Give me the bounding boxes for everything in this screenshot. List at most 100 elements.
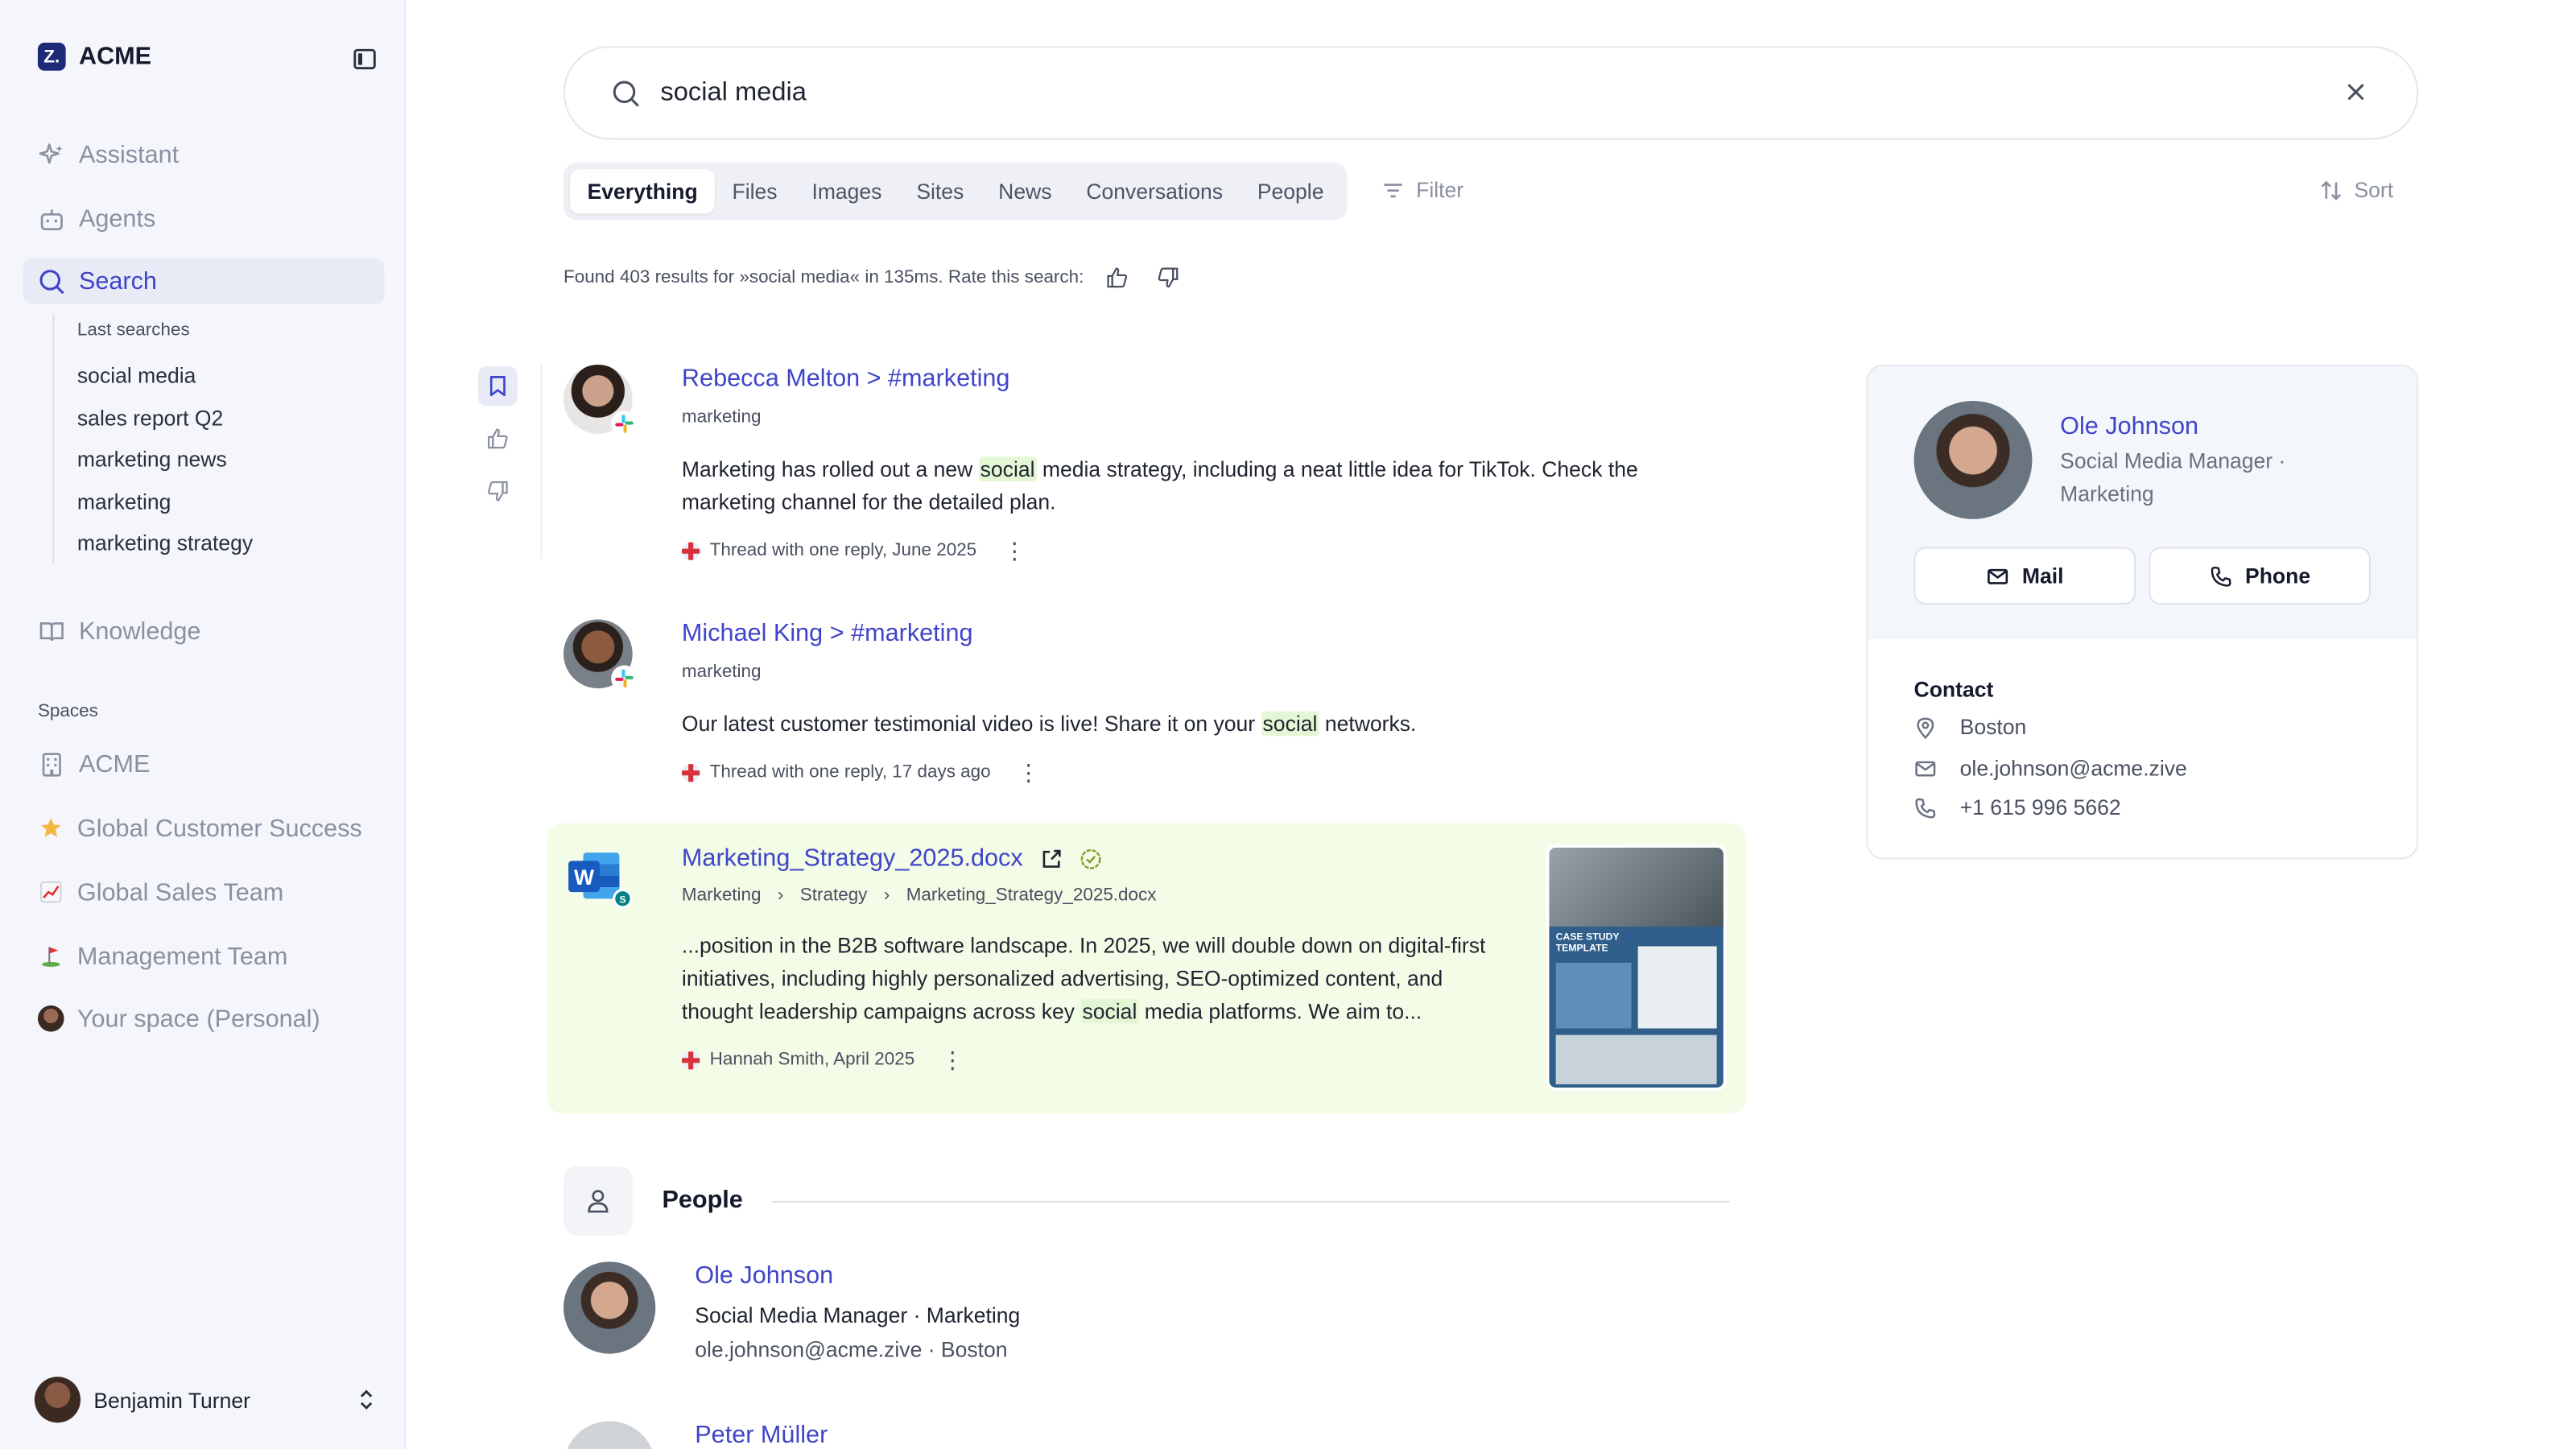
sidebar-item-label: Assistant <box>78 140 180 169</box>
chevron-right-icon: › <box>777 885 784 906</box>
result-title[interactable]: Michael King > #marketing <box>682 619 973 647</box>
results-summary: Found 403 results for »social media« in … <box>564 266 1186 290</box>
snippet-highlight: social <box>1080 999 1139 1024</box>
recent-search-item[interactable]: marketing <box>77 489 171 514</box>
contact-location-text: Boston <box>1959 714 2027 740</box>
flag-icon <box>681 762 700 782</box>
building-icon <box>42 752 61 776</box>
space-item-global-sales-team[interactable]: Global Sales Team <box>23 869 385 915</box>
more-options-icon[interactable]: ⋮ <box>941 1047 964 1071</box>
user-menu[interactable]: Benjamin Turner <box>34 1375 376 1424</box>
thumbs-up-icon[interactable] <box>1099 266 1135 290</box>
sort-button[interactable]: Sort <box>2320 177 2394 203</box>
section-title: People <box>662 1186 743 1215</box>
breadcrumb-item[interactable]: Marketing <box>682 886 762 905</box>
contact-email[interactable]: ole.johnson@acme.zive <box>1914 756 2187 781</box>
contact-location: Boston <box>1914 714 2027 740</box>
result-side-actions <box>477 366 518 524</box>
results-count-text: Found 403 results for »social media« in … <box>563 267 1084 288</box>
tab-files[interactable]: Files <box>715 169 795 213</box>
phone-icon <box>1915 797 1936 818</box>
sidebar-item-label: Global Sales Team <box>76 877 284 906</box>
filter-button[interactable]: Filter <box>1381 177 1463 202</box>
snippet-text: Our latest customer testimonial video is… <box>681 711 1261 737</box>
mail-button[interactable]: Mail <box>1913 547 2136 605</box>
result-title[interactable]: Marketing_Strategy_2025.docx <box>682 844 1023 873</box>
thumbs-down-icon[interactable] <box>1150 266 1186 290</box>
result-channel: marketing <box>681 662 762 682</box>
search-bar <box>563 46 2419 140</box>
brand-name: ACME <box>78 43 152 71</box>
tab-people[interactable]: People <box>1240 169 1340 213</box>
result-meta-text: Thread with one reply, June 2025 <box>709 540 977 560</box>
contact-email-text[interactable]: ole.johnson@acme.zive <box>1960 756 2187 781</box>
person-result: Ole Johnson Social Media Manager · Marke… <box>563 1261 1220 1362</box>
avatar <box>1913 400 2033 519</box>
sidebar-item-knowledge[interactable]: Knowledge <box>23 608 385 654</box>
space-item-acme[interactable]: ACME <box>23 741 385 786</box>
sidebar-item-label: Knowledge <box>78 617 201 646</box>
brand-logo-icon: Z. <box>37 43 66 71</box>
profile-name[interactable]: Ole Johnson <box>2060 412 2198 440</box>
mail-icon <box>1915 760 1936 776</box>
contact-phone-text[interactable]: +1 615 996 5662 <box>1960 795 2121 820</box>
brand[interactable]: Z. ACME <box>37 43 152 71</box>
result-channel: marketing <box>681 407 762 427</box>
breadcrumb-item[interactable]: Strategy <box>800 886 868 905</box>
spaces-label: Spaces <box>37 701 98 721</box>
tab-conversations[interactable]: Conversations <box>1069 169 1240 213</box>
result-tabs: Everything Files Images Sites News Conve… <box>563 163 1348 221</box>
svg-text:W: W <box>574 865 594 890</box>
sidebar-item-search[interactable]: Search <box>23 258 385 304</box>
thumbnail-block <box>1637 946 1717 1029</box>
robot-icon <box>40 208 63 229</box>
result-title[interactable]: Rebecca Melton > #marketing <box>682 365 1010 393</box>
thumbs-up-icon[interactable] <box>478 419 518 458</box>
tab-everything[interactable]: Everything <box>570 169 716 214</box>
sidebar-collapse-icon[interactable] <box>352 46 378 72</box>
sort-label: Sort <box>2354 177 2394 203</box>
tab-images[interactable]: Images <box>795 169 899 213</box>
profile-role: Social Media Manager · Marketing <box>2060 448 2286 506</box>
sub-nav-guide <box>52 313 55 564</box>
sidebar-item-assistant[interactable]: Assistant <box>23 131 385 177</box>
recent-search-item[interactable]: sales report Q2 <box>77 406 223 431</box>
space-item-management-team[interactable]: Management Team <box>23 933 385 979</box>
recent-search-item[interactable]: social media <box>77 363 196 388</box>
chart-icon <box>38 879 64 906</box>
recent-search-item[interactable]: marketing news <box>77 447 227 472</box>
document-thumbnail[interactable]: CASE STUDY TEMPLATE <box>1546 844 1727 1092</box>
thumbs-down-icon[interactable] <box>478 472 518 511</box>
external-link-icon[interactable] <box>1039 847 1063 870</box>
more-options-icon[interactable]: ⋮ <box>1003 538 1026 561</box>
snippet-text: Marketing has rolled out a new <box>681 456 979 481</box>
user-name: Benjamin Turner <box>93 1387 250 1413</box>
more-options-icon[interactable]: ⋮ <box>1017 760 1040 783</box>
chevron-up-down-icon <box>360 1389 373 1410</box>
sidebar: Z. ACME Assistant Agents Search Last sea… <box>0 0 407 1449</box>
result-meta-text: Thread with one reply, 17 days ago <box>709 762 991 782</box>
profile-header: Ole Johnson Social Media Manager · Marke… <box>1868 366 2417 639</box>
recent-search-item[interactable]: marketing strategy <box>77 530 253 555</box>
person-name[interactable]: Ole Johnson <box>695 1261 833 1290</box>
word-document-icon: WS <box>567 849 633 909</box>
contact-phone[interactable]: +1 615 996 5662 <box>1914 795 2121 820</box>
close-icon[interactable] <box>2344 80 2368 104</box>
space-item-personal[interactable]: Your space (Personal) <box>23 996 385 1042</box>
tab-news[interactable]: News <box>981 169 1069 213</box>
search-result-document[interactable]: WS Marketing_Strategy_2025.docx Marketin… <box>547 823 1747 1114</box>
phone-button[interactable]: Phone <box>2149 547 2371 605</box>
person-name[interactable]: Peter Müller <box>695 1421 828 1449</box>
sidebar-item-label: Agents <box>78 204 156 233</box>
breadcrumb-item[interactable]: Marketing_Strategy_2025.docx <box>906 886 1157 905</box>
bookmark-icon[interactable] <box>477 366 518 407</box>
result-snippet: Our latest customer testimonial video is… <box>682 708 1700 741</box>
sidebar-item-agents[interactable]: Agents <box>23 196 385 242</box>
star-icon <box>38 815 64 841</box>
search-result: Rebecca Melton > #marketing marketing Ma… <box>563 365 1714 570</box>
search-input[interactable] <box>660 77 2271 108</box>
space-item-global-customer-success[interactable]: Global Customer Success <box>23 805 385 851</box>
tab-sites[interactable]: Sites <box>899 169 981 213</box>
avatar <box>563 1421 656 1449</box>
mail-icon <box>1987 568 2008 584</box>
